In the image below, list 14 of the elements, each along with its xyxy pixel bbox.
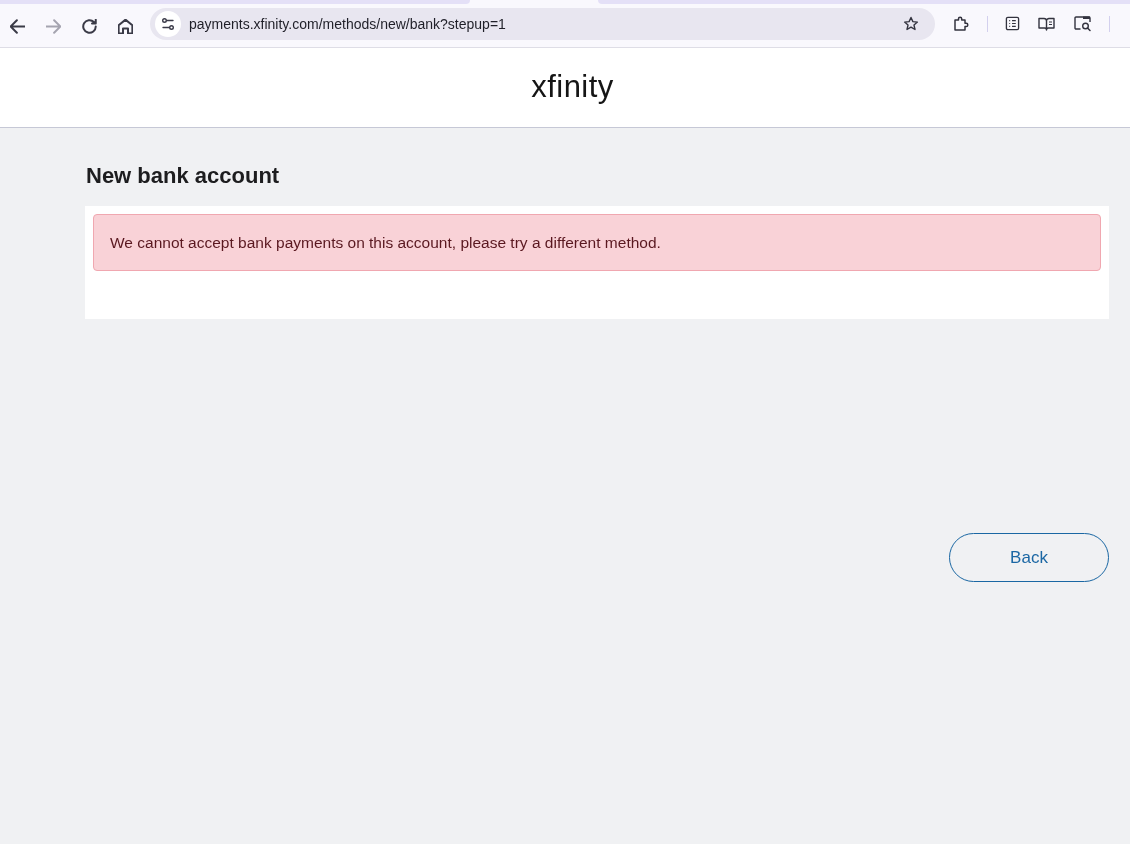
url-text: payments.xfinity.com/methods/new/bank?stepup=1 xyxy=(189,15,507,32)
address-bar[interactable]: payments.xfinity.com/methods/new/bank?stepup=1 xyxy=(150,7,935,40)
home-icon[interactable] xyxy=(118,18,133,34)
logo[interactable]: xfinity xyxy=(531,68,614,105)
window-search-icon[interactable] xyxy=(1073,15,1092,32)
star-icon[interactable] xyxy=(903,15,919,32)
book-icon[interactable] xyxy=(1037,15,1056,32)
list-icon[interactable] xyxy=(1005,16,1020,31)
arrow-left-icon[interactable] xyxy=(10,18,25,34)
puzzle-icon[interactable] xyxy=(952,14,970,33)
sliders-icon[interactable] xyxy=(155,10,181,37)
page-title: New bank account xyxy=(85,162,281,190)
error-message: We cannot accept bank payments on this account, please try a different method. xyxy=(93,214,1101,271)
reload-icon[interactable] xyxy=(82,18,97,34)
